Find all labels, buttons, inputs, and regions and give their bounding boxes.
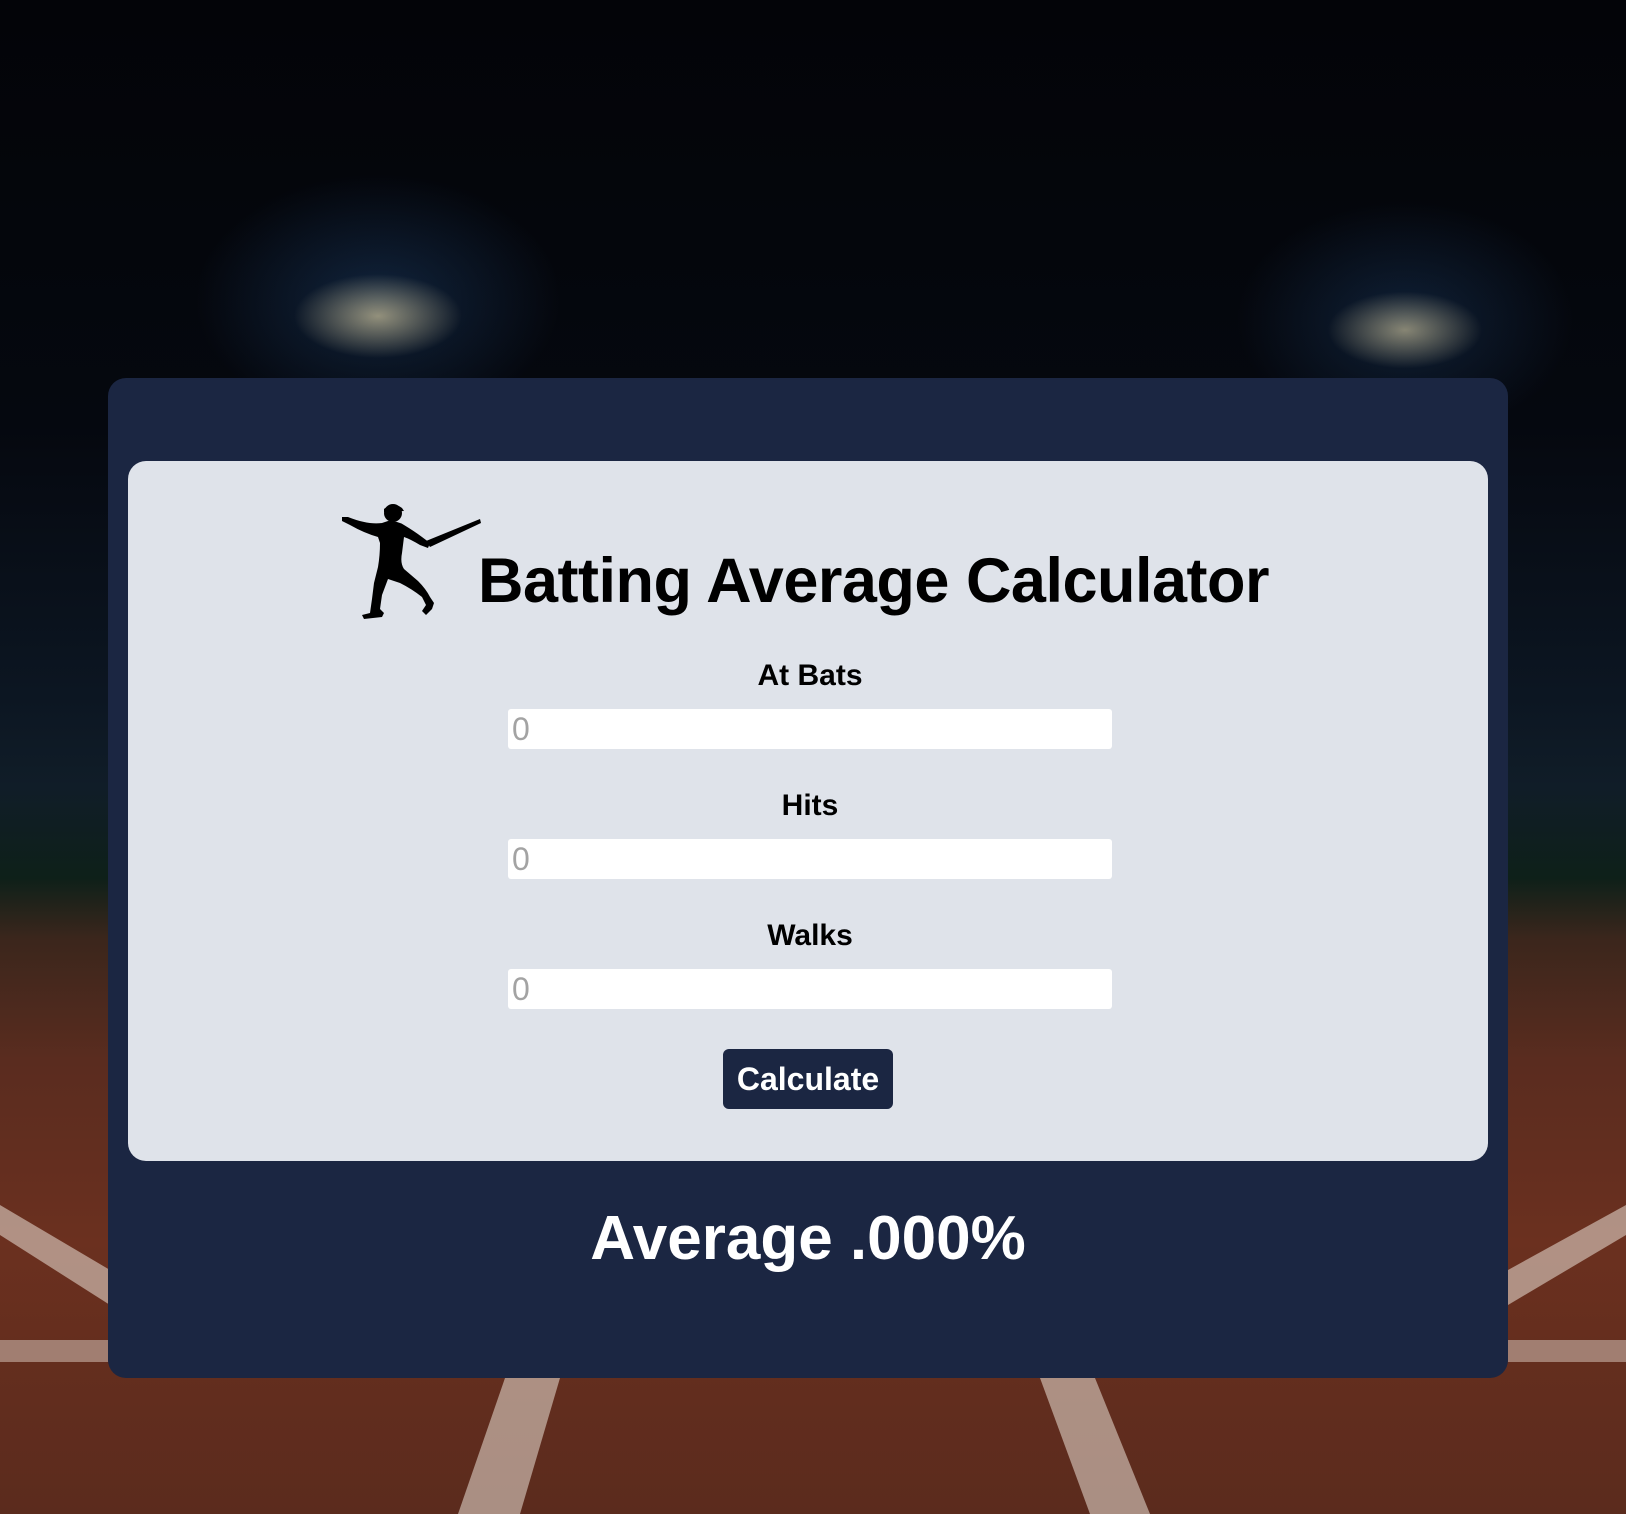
walks-label: Walks — [767, 919, 853, 952]
baseball-batter-icon — [342, 504, 481, 619]
page-title: Batting Average Calculator — [478, 546, 1270, 616]
at-bats-input[interactable] — [508, 709, 1112, 749]
calculator-panel: Batting Average Calculator At Bats Hits … — [108, 378, 1508, 1378]
calculator-card: Batting Average Calculator At Bats Hits … — [128, 461, 1488, 1161]
header: Batting Average Calculator — [128, 461, 1488, 621]
calculate-button[interactable]: Calculate — [723, 1049, 893, 1109]
hits-input[interactable] — [508, 839, 1112, 879]
hits-label: Hits — [781, 789, 839, 822]
average-result: Average .000% — [590, 1204, 1026, 1273]
walks-input[interactable] — [508, 969, 1112, 1009]
at-bats-label: At Bats — [757, 659, 863, 692]
